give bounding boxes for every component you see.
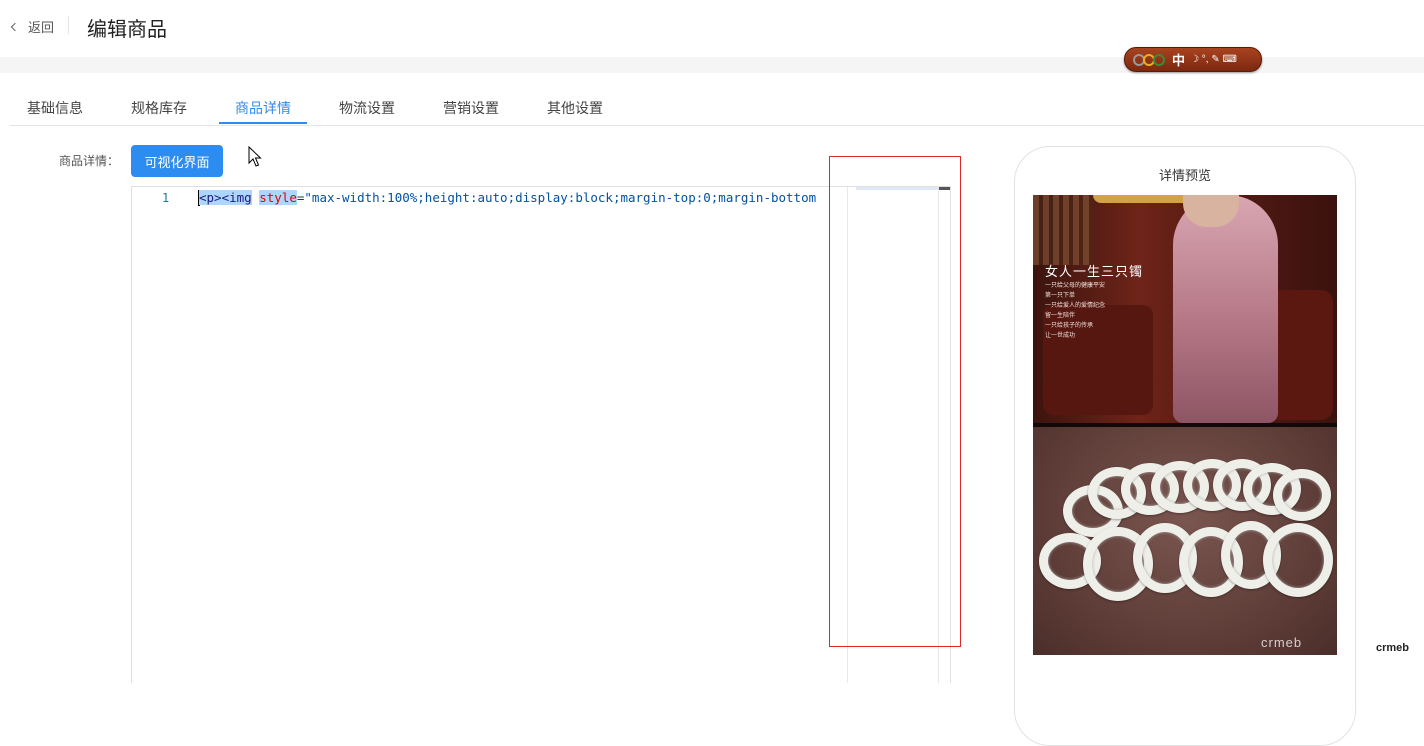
line-number: 1 bbox=[162, 191, 170, 205]
code-editor[interactable]: 1 <p><img style="max-width:100%;height:a… bbox=[131, 186, 951, 683]
detail-field-label: 商品详情： bbox=[59, 154, 120, 168]
promo-title: 女人一生三只镯 bbox=[1045, 264, 1144, 279]
model-photo: 女人一生三只镯 一只给父母的健康平安 第一只下单 一只给爱人的爱情纪念 留一生陪… bbox=[1033, 195, 1337, 423]
image-watermark: crmeb bbox=[1261, 635, 1303, 650]
annotation-highlight-box bbox=[829, 156, 961, 647]
phone-preview: 详情预览 女人一生三只镯 一只给父母的健康平安 第一只下单 一只给爱人的爱情纪念… bbox=[1014, 146, 1356, 746]
ime-symbols[interactable]: ☽ °, ✎ ⌨ bbox=[1190, 54, 1237, 65]
bangles-photo: crmeb bbox=[1033, 427, 1337, 655]
code-line[interactable]: <p><img style="max-width:100%;height:aut… bbox=[199, 190, 849, 205]
preview-image: 女人一生三只镯 一只给父母的健康平安 第一只下单 一只给爱人的爱情纪念 留一生陪… bbox=[1033, 195, 1337, 655]
header-divider bbox=[68, 16, 69, 34]
promo-line: 一只给孩子的传承 bbox=[1045, 323, 1094, 329]
mouse-pointer-icon bbox=[248, 146, 262, 167]
ime-toolbar[interactable]: 中 ☽ °, ✎ ⌨ bbox=[1124, 47, 1262, 72]
tab-marketing[interactable]: 营销设置 bbox=[443, 98, 499, 118]
page-title: 编辑商品 bbox=[87, 19, 167, 41]
ime-mode-label[interactable]: 中 bbox=[1172, 50, 1185, 69]
tab-spec-stock[interactable]: 规格库存 bbox=[131, 98, 187, 118]
promo-line: 留一生陪伴 bbox=[1045, 313, 1076, 319]
tab-product-detail[interactable]: 商品详情 bbox=[235, 98, 291, 118]
visual-editor-button[interactable]: 可视化界面 bbox=[131, 145, 223, 177]
back-button[interactable]: 返回 bbox=[10, 17, 55, 36]
preview-title: 详情预览 bbox=[1158, 168, 1211, 183]
tab-other[interactable]: 其他设置 bbox=[547, 98, 603, 118]
tab-bar: 基础信息 规格库存 商品详情 物流设置 营销设置 其他设置 bbox=[10, 92, 1424, 126]
ime-logo-icon bbox=[1133, 52, 1167, 68]
code-tag: <p><img bbox=[199, 190, 252, 205]
chevron-left-icon bbox=[10, 22, 20, 31]
corner-watermark: crmeb bbox=[1376, 642, 1410, 654]
promo-line: 第一只下单 bbox=[1045, 293, 1076, 299]
promo-line: 让一世成功 bbox=[1045, 333, 1076, 339]
promo-text: 一只给父母的健康平安 第一只下单 一只给爱人的爱情纪念 留一生陪伴 一只给孩子的… bbox=[1045, 281, 1105, 341]
promo-line: 一只给父母的健康平安 bbox=[1045, 283, 1106, 289]
code-string: "max-width:100%;height:auto;display:bloc… bbox=[304, 190, 817, 205]
tab-logistics[interactable]: 物流设置 bbox=[339, 98, 395, 118]
active-tab-indicator bbox=[219, 122, 307, 124]
promo-line: 一只给爱人的爱情纪念 bbox=[1045, 303, 1106, 309]
back-label: 返回 bbox=[28, 20, 55, 35]
tab-basic-info[interactable]: 基础信息 bbox=[27, 98, 83, 118]
code-attribute: style bbox=[259, 190, 297, 205]
